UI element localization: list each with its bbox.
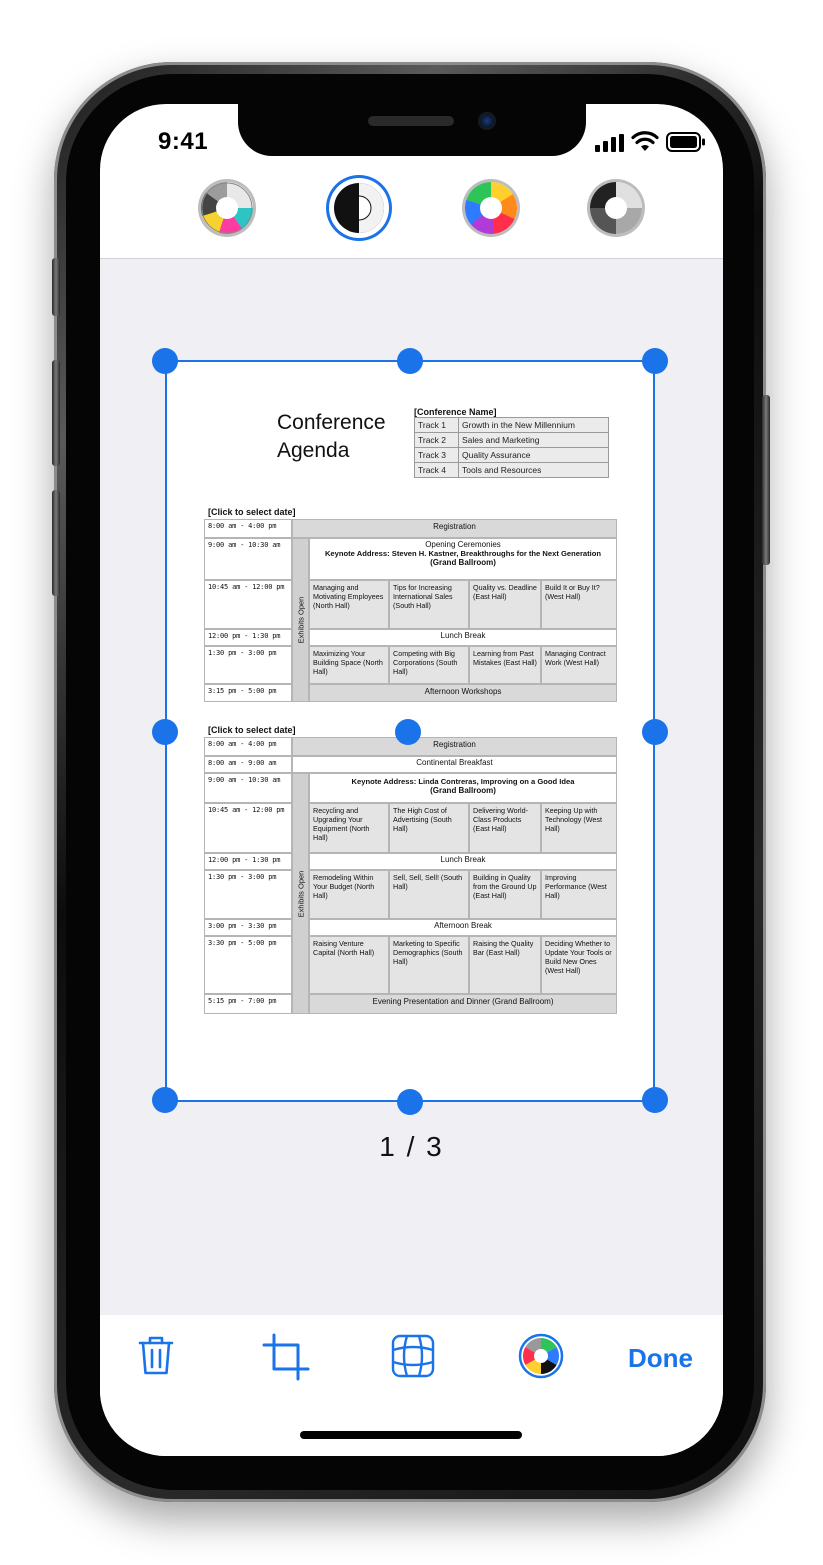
crop-handle-middle-right[interactable] — [642, 719, 668, 745]
perspective-grid-icon — [391, 1334, 435, 1378]
status-bar: 9:41 — [100, 104, 723, 174]
crop-handle-top-center[interactable] — [397, 348, 423, 374]
notch — [238, 104, 586, 156]
bw-filter-button[interactable] — [590, 182, 642, 234]
delete-button[interactable] — [134, 1333, 178, 1377]
screen: 9:41 Conference Agenda [Conference Name]… — [100, 104, 723, 1456]
scan-workspace: Conference Agenda [Conference Name] Trac… — [100, 259, 723, 1315]
crop-handle-top-left[interactable] — [152, 348, 178, 374]
grayscale-filter-icon — [334, 183, 384, 233]
crop-handle-bottom-right[interactable] — [642, 1087, 668, 1113]
crop-handle-bottom-center[interactable] — [397, 1089, 423, 1115]
home-indicator[interactable] — [300, 1431, 522, 1439]
done-button[interactable]: Done — [628, 1343, 693, 1374]
color-filter-button[interactable] — [201, 182, 253, 234]
crop-handle-center[interactable] — [395, 719, 421, 745]
crop-handle-bottom-left[interactable] — [152, 1087, 178, 1113]
crop-button[interactable] — [262, 1333, 310, 1381]
bottom-toolbar: Done — [100, 1315, 723, 1456]
battery-icon — [666, 132, 705, 152]
front-camera — [478, 112, 496, 130]
photo-filter-icon — [480, 197, 502, 219]
grayscale-filter-button[interactable] — [333, 182, 385, 234]
wifi-icon — [631, 131, 659, 151]
bw-filter-icon — [605, 197, 627, 219]
trash-icon — [138, 1336, 174, 1375]
cellular-signal-icon — [595, 134, 624, 152]
photo-filter-button[interactable] — [465, 182, 517, 234]
speaker-grille — [368, 116, 454, 126]
color-wheel-icon — [518, 1333, 564, 1379]
color-filter-icon — [201, 182, 253, 234]
page-indicator: 1 / 3 — [379, 1131, 444, 1162]
filter-bar — [100, 174, 723, 259]
crop-handle-middle-left[interactable] — [152, 719, 178, 745]
power-button — [762, 395, 770, 565]
status-time: 9:41 — [158, 128, 209, 155]
filter-button[interactable] — [518, 1333, 564, 1379]
volume-up-button — [52, 360, 60, 466]
crop-icon — [262, 1333, 310, 1381]
perspective-button[interactable] — [390, 1333, 435, 1378]
volume-down-button — [52, 490, 60, 596]
mute-switch — [52, 258, 60, 316]
crop-handle-top-right[interactable] — [642, 348, 668, 374]
